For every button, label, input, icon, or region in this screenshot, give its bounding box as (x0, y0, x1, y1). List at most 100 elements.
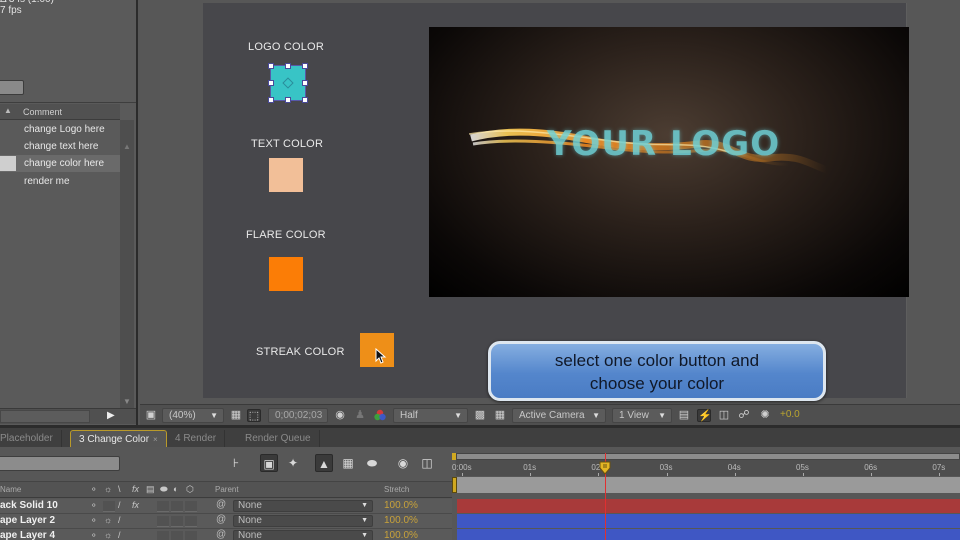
transparency-grid-icon[interactable]: ▦ (493, 409, 507, 422)
adjustment-layer-icon[interactable]: ◐ (173, 484, 178, 494)
project-item-selected[interactable]: change color here (0, 155, 120, 172)
text-color-button[interactable] (269, 158, 303, 192)
layer-duration-bar[interactable] (457, 529, 960, 540)
project-search-input[interactable] (0, 80, 24, 95)
current-time-indicator-handle[interactable] (599, 461, 611, 475)
show-snapshot-icon[interactable]: ♟ (353, 409, 367, 422)
adjustment-switch[interactable] (171, 516, 183, 527)
3d-layer-icon[interactable]: ⬡ (186, 484, 194, 495)
layer-duration-bar[interactable] (457, 514, 960, 528)
camera-view-dropdown[interactable]: Active Camera ▼ (512, 408, 606, 423)
adjustment-switch[interactable] (171, 531, 183, 540)
work-area-start-handle[interactable] (452, 477, 457, 493)
transform-handle[interactable] (302, 63, 308, 69)
logo-color-button[interactable] (268, 63, 308, 103)
project-item[interactable]: change Logo here (0, 121, 120, 138)
quality-switch-icon[interactable]: / (118, 530, 121, 540)
layer-row[interactable]: ape Layer 4 ⚬ ☼ / @ None ▼ 100.0% (0, 529, 452, 540)
stretch-value[interactable]: 100.0% (384, 530, 418, 540)
motion-blur-icon[interactable]: ⬬ (363, 454, 381, 472)
shy-switch-icon[interactable]: ⚬ (90, 515, 98, 526)
effects-icon[interactable]: fx (132, 484, 139, 494)
name-column-header[interactable]: Name (0, 485, 21, 494)
parent-dropdown[interactable]: None ▼ (233, 500, 373, 512)
anchor-point-icon[interactable] (282, 77, 294, 89)
magnification-dropdown[interactable]: (40%) ▼ (162, 408, 224, 423)
transform-handle[interactable] (302, 97, 308, 103)
motion-blur-switch[interactable] (157, 516, 169, 527)
parent-dropdown[interactable]: None ▼ (233, 515, 373, 527)
pickwhip-icon[interactable]: @ (216, 529, 226, 540)
quality-icon[interactable]: \ (118, 484, 121, 494)
transform-handle[interactable] (268, 80, 274, 86)
stretch-value[interactable]: 100.0% (384, 515, 418, 526)
rgb-channels-icon[interactable] (373, 409, 387, 422)
pickwhip-icon[interactable]: @ (216, 499, 226, 510)
collapse-switch-icon[interactable]: ☼ (104, 530, 112, 540)
draft-3d-icon[interactable]: ✦ (284, 454, 302, 472)
layer-duration-bar[interactable] (457, 499, 960, 513)
brainstorm-icon[interactable]: ◉ (394, 454, 412, 472)
layer-row[interactable]: ape Layer 2 ⚬ ☼ / @ None ▼ 100.0% (0, 514, 452, 529)
collapse-icon[interactable]: ☼ (104, 484, 112, 494)
stretch-value[interactable]: 100.0% (384, 500, 418, 511)
transform-handle[interactable] (268, 97, 274, 103)
shy-switch-icon[interactable]: ⚬ (90, 530, 98, 540)
quality-switch-icon[interactable]: / (118, 500, 121, 510)
flowchart-icon[interactable]: ☍ (737, 409, 751, 422)
pickwhip-icon[interactable]: @ (216, 514, 226, 525)
3d-switch[interactable] (185, 501, 197, 512)
play-next-icon[interactable]: ▶ (107, 410, 115, 421)
time-ruler[interactable]: 0:00s 01s 02s 03s 04s 05s 06s 07s (452, 460, 960, 476)
transform-handle[interactable] (268, 63, 274, 69)
always-preview-icon[interactable]: ▣ (144, 409, 158, 422)
fast-previews-icon[interactable]: ⚡ (697, 409, 712, 422)
collapse-switch[interactable] (103, 501, 115, 512)
layer-name[interactable]: ack Solid 10 (0, 500, 58, 511)
layer-row[interactable]: ack Solid 10 ⚬ / fx @ None ▼ 100.0% (0, 499, 452, 514)
layer-name[interactable]: ape Layer 2 (0, 515, 55, 526)
transform-handle[interactable] (285, 63, 291, 69)
timeline-panel-icon[interactable]: ◫ (717, 409, 731, 422)
3d-switch[interactable] (185, 531, 197, 540)
parent-dropdown[interactable]: None ▼ (233, 530, 373, 540)
sort-up-icon[interactable]: ▲ (4, 106, 12, 115)
motion-blur-switch-icon[interactable]: ⬬ (160, 484, 168, 495)
project-item[interactable]: change text here (0, 138, 120, 155)
graph-editor-icon[interactable]: ◫ (418, 454, 436, 472)
layer-name[interactable]: ape Layer 4 (0, 530, 55, 540)
scroll-up-icon[interactable]: ▲ (123, 142, 131, 151)
close-icon[interactable]: × (153, 435, 158, 444)
motion-blur-switch[interactable] (157, 501, 169, 512)
quality-switch-icon[interactable]: / (118, 515, 121, 525)
toggle-mask-icon[interactable]: ⬚ (247, 409, 261, 422)
shy-icon[interactable]: ⚬ (90, 484, 98, 495)
parent-column-header[interactable]: Parent (215, 485, 239, 494)
motion-blur-switch[interactable] (157, 531, 169, 540)
exposure-value[interactable]: +0.0 (780, 409, 800, 420)
resolution-dropdown[interactable]: Half ▼ (393, 408, 468, 423)
hide-shy-layers-icon[interactable]: ▲ (315, 454, 333, 472)
adjustment-switch[interactable] (171, 501, 183, 512)
shy-switch-icon[interactable]: ⚬ (90, 500, 98, 511)
effects-switch-icon[interactable]: fx (132, 500, 139, 510)
reset-exposure-icon[interactable]: ✺ (758, 409, 772, 422)
comp-mini-flowchart-icon[interactable]: ⊦ (227, 454, 245, 472)
live-update-icon[interactable]: ▣ (260, 454, 278, 472)
scroll-down-icon[interactable]: ▼ (123, 397, 131, 406)
toggle-pixel-aspect-icon[interactable]: ▤ (677, 409, 691, 422)
time-navigator-bar[interactable] (456, 453, 960, 460)
title-action-safe-icon[interactable]: ▦ (229, 409, 243, 422)
flare-color-button[interactable] (269, 257, 303, 291)
project-item[interactable]: render me (0, 173, 120, 190)
timeline-search-input[interactable] (0, 456, 120, 471)
current-time-field[interactable]: 0;00;02;03 (268, 408, 328, 423)
3d-switch[interactable] (185, 516, 197, 527)
view-layout-dropdown[interactable]: 1 View ▼ (612, 408, 672, 423)
comment-column-header[interactable]: ▲ Comment (0, 104, 120, 120)
time-navigator-handle[interactable] (452, 453, 456, 460)
stretch-column-header[interactable]: Stretch (384, 485, 409, 494)
transform-handle[interactable] (285, 97, 291, 103)
work-area-bar[interactable] (456, 477, 960, 493)
region-of-interest-icon[interactable]: ▩ (473, 409, 487, 422)
